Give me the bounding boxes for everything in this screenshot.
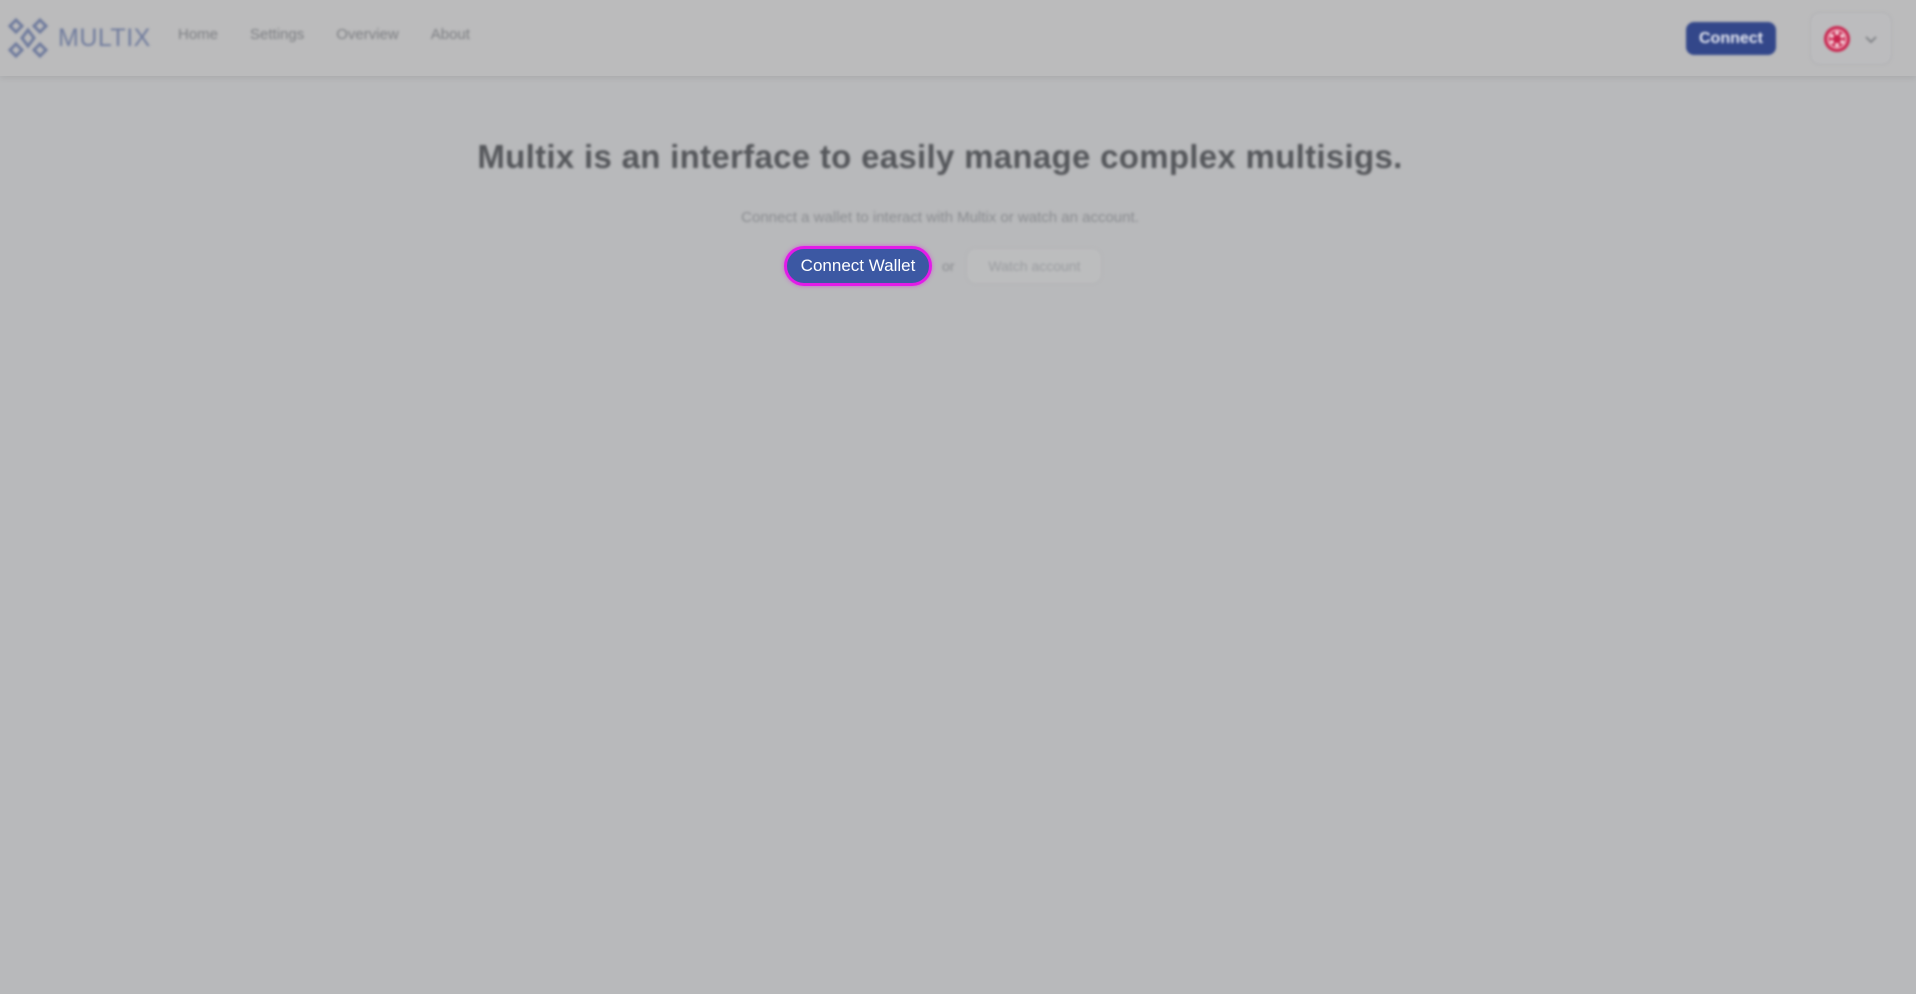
nav-home[interactable]: Home	[178, 26, 218, 43]
logo-text: MULTIX	[58, 23, 151, 52]
app-logo[interactable]: MULTIX	[6, 10, 151, 66]
header-connect-button[interactable]: Connect	[1686, 22, 1776, 55]
nav-overview[interactable]: Overview	[336, 26, 399, 43]
cta-row: Connect Wallet or Watch account	[784, 246, 1103, 286]
hero-title: Multix is an interface to easily manage …	[477, 138, 1403, 175]
connect-wallet-button[interactable]: Connect Wallet	[784, 246, 932, 286]
page: MULTIX Home Settings Overview About Conn…	[0, 0, 1916, 994]
or-separator: or	[942, 258, 955, 274]
nav-settings[interactable]: Settings	[250, 26, 304, 43]
main-nav: Home Settings Overview About	[178, 26, 470, 43]
multix-logo-icon	[7, 17, 49, 59]
polkadot-network-icon	[1824, 25, 1850, 52]
chevron-down-icon	[1865, 35, 1877, 43]
watch-account-button[interactable]: Watch account	[966, 248, 1103, 284]
hero-subtitle: Connect a wallet to interact with Multix…	[741, 209, 1139, 226]
network-selector[interactable]	[1810, 12, 1892, 65]
top-header: MULTIX Home Settings Overview About Conn…	[0, 0, 1916, 76]
nav-about[interactable]: About	[431, 26, 470, 43]
